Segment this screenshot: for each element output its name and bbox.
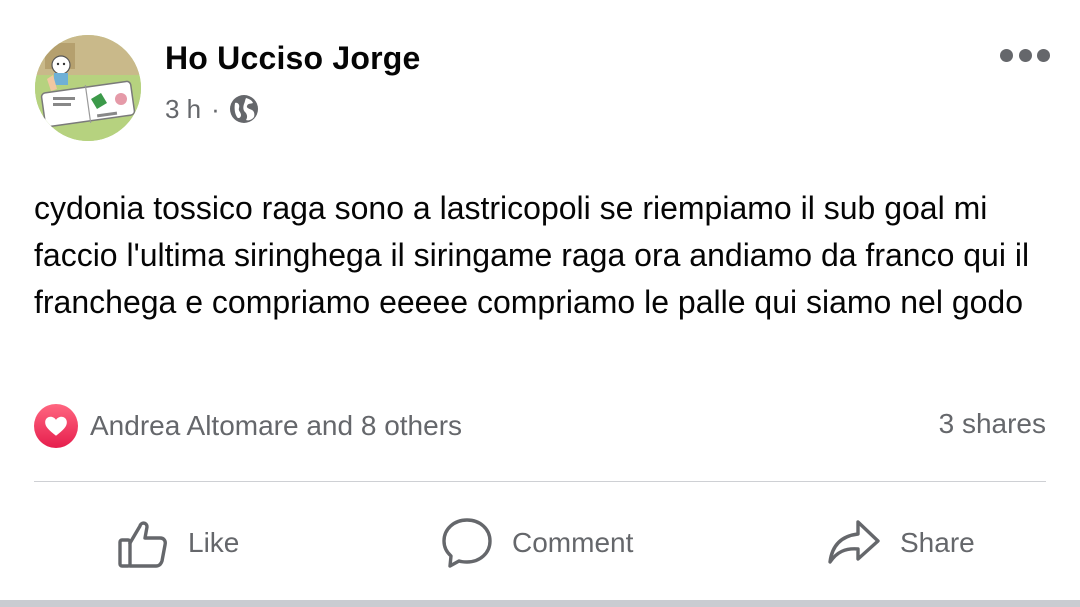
avatar[interactable] — [35, 35, 141, 141]
meta-separator: · — [211, 93, 220, 124]
like-button[interactable]: Like — [116, 512, 239, 574]
heart-reaction-icon — [34, 404, 78, 448]
comment-button[interactable]: Comment — [440, 512, 633, 574]
post-separator-bar — [0, 600, 1080, 607]
thumbs-up-icon — [116, 516, 170, 570]
post-author-name[interactable]: Ho Ucciso Jorge — [165, 40, 421, 77]
more-dot — [1018, 48, 1032, 62]
globe-icon — [228, 93, 260, 125]
more-dot — [1000, 48, 1013, 62]
more-dot — [1037, 48, 1050, 62]
share-button[interactable]: Share — [826, 512, 975, 574]
post-timestamp[interactable]: 3 h — [165, 94, 201, 125]
more-options-icon[interactable] — [1000, 44, 1050, 66]
comment-label: Comment — [512, 527, 634, 558]
share-label: Share — [900, 527, 975, 558]
reactions-text: Andrea Altomare and 8 others — [90, 410, 463, 441]
speech-bubble-icon — [440, 516, 494, 570]
post-meta: 3 h · — [165, 92, 260, 126]
cartoon-avatar-image — [35, 35, 141, 141]
like-label: Like — [188, 527, 240, 558]
post-body-text: cydonia tossico raga sono a lastricopoli… — [34, 190, 1030, 320]
share-arrow-icon — [826, 516, 882, 570]
facebook-post: Ho Ucciso Jorge 3 h · cydonia tossico ra… — [0, 0, 1080, 607]
divider — [34, 481, 1046, 482]
reactions-summary[interactable]: Andrea Altomare and 8 others — [34, 404, 462, 448]
shares-count[interactable]: 3 shares — [939, 408, 1046, 440]
